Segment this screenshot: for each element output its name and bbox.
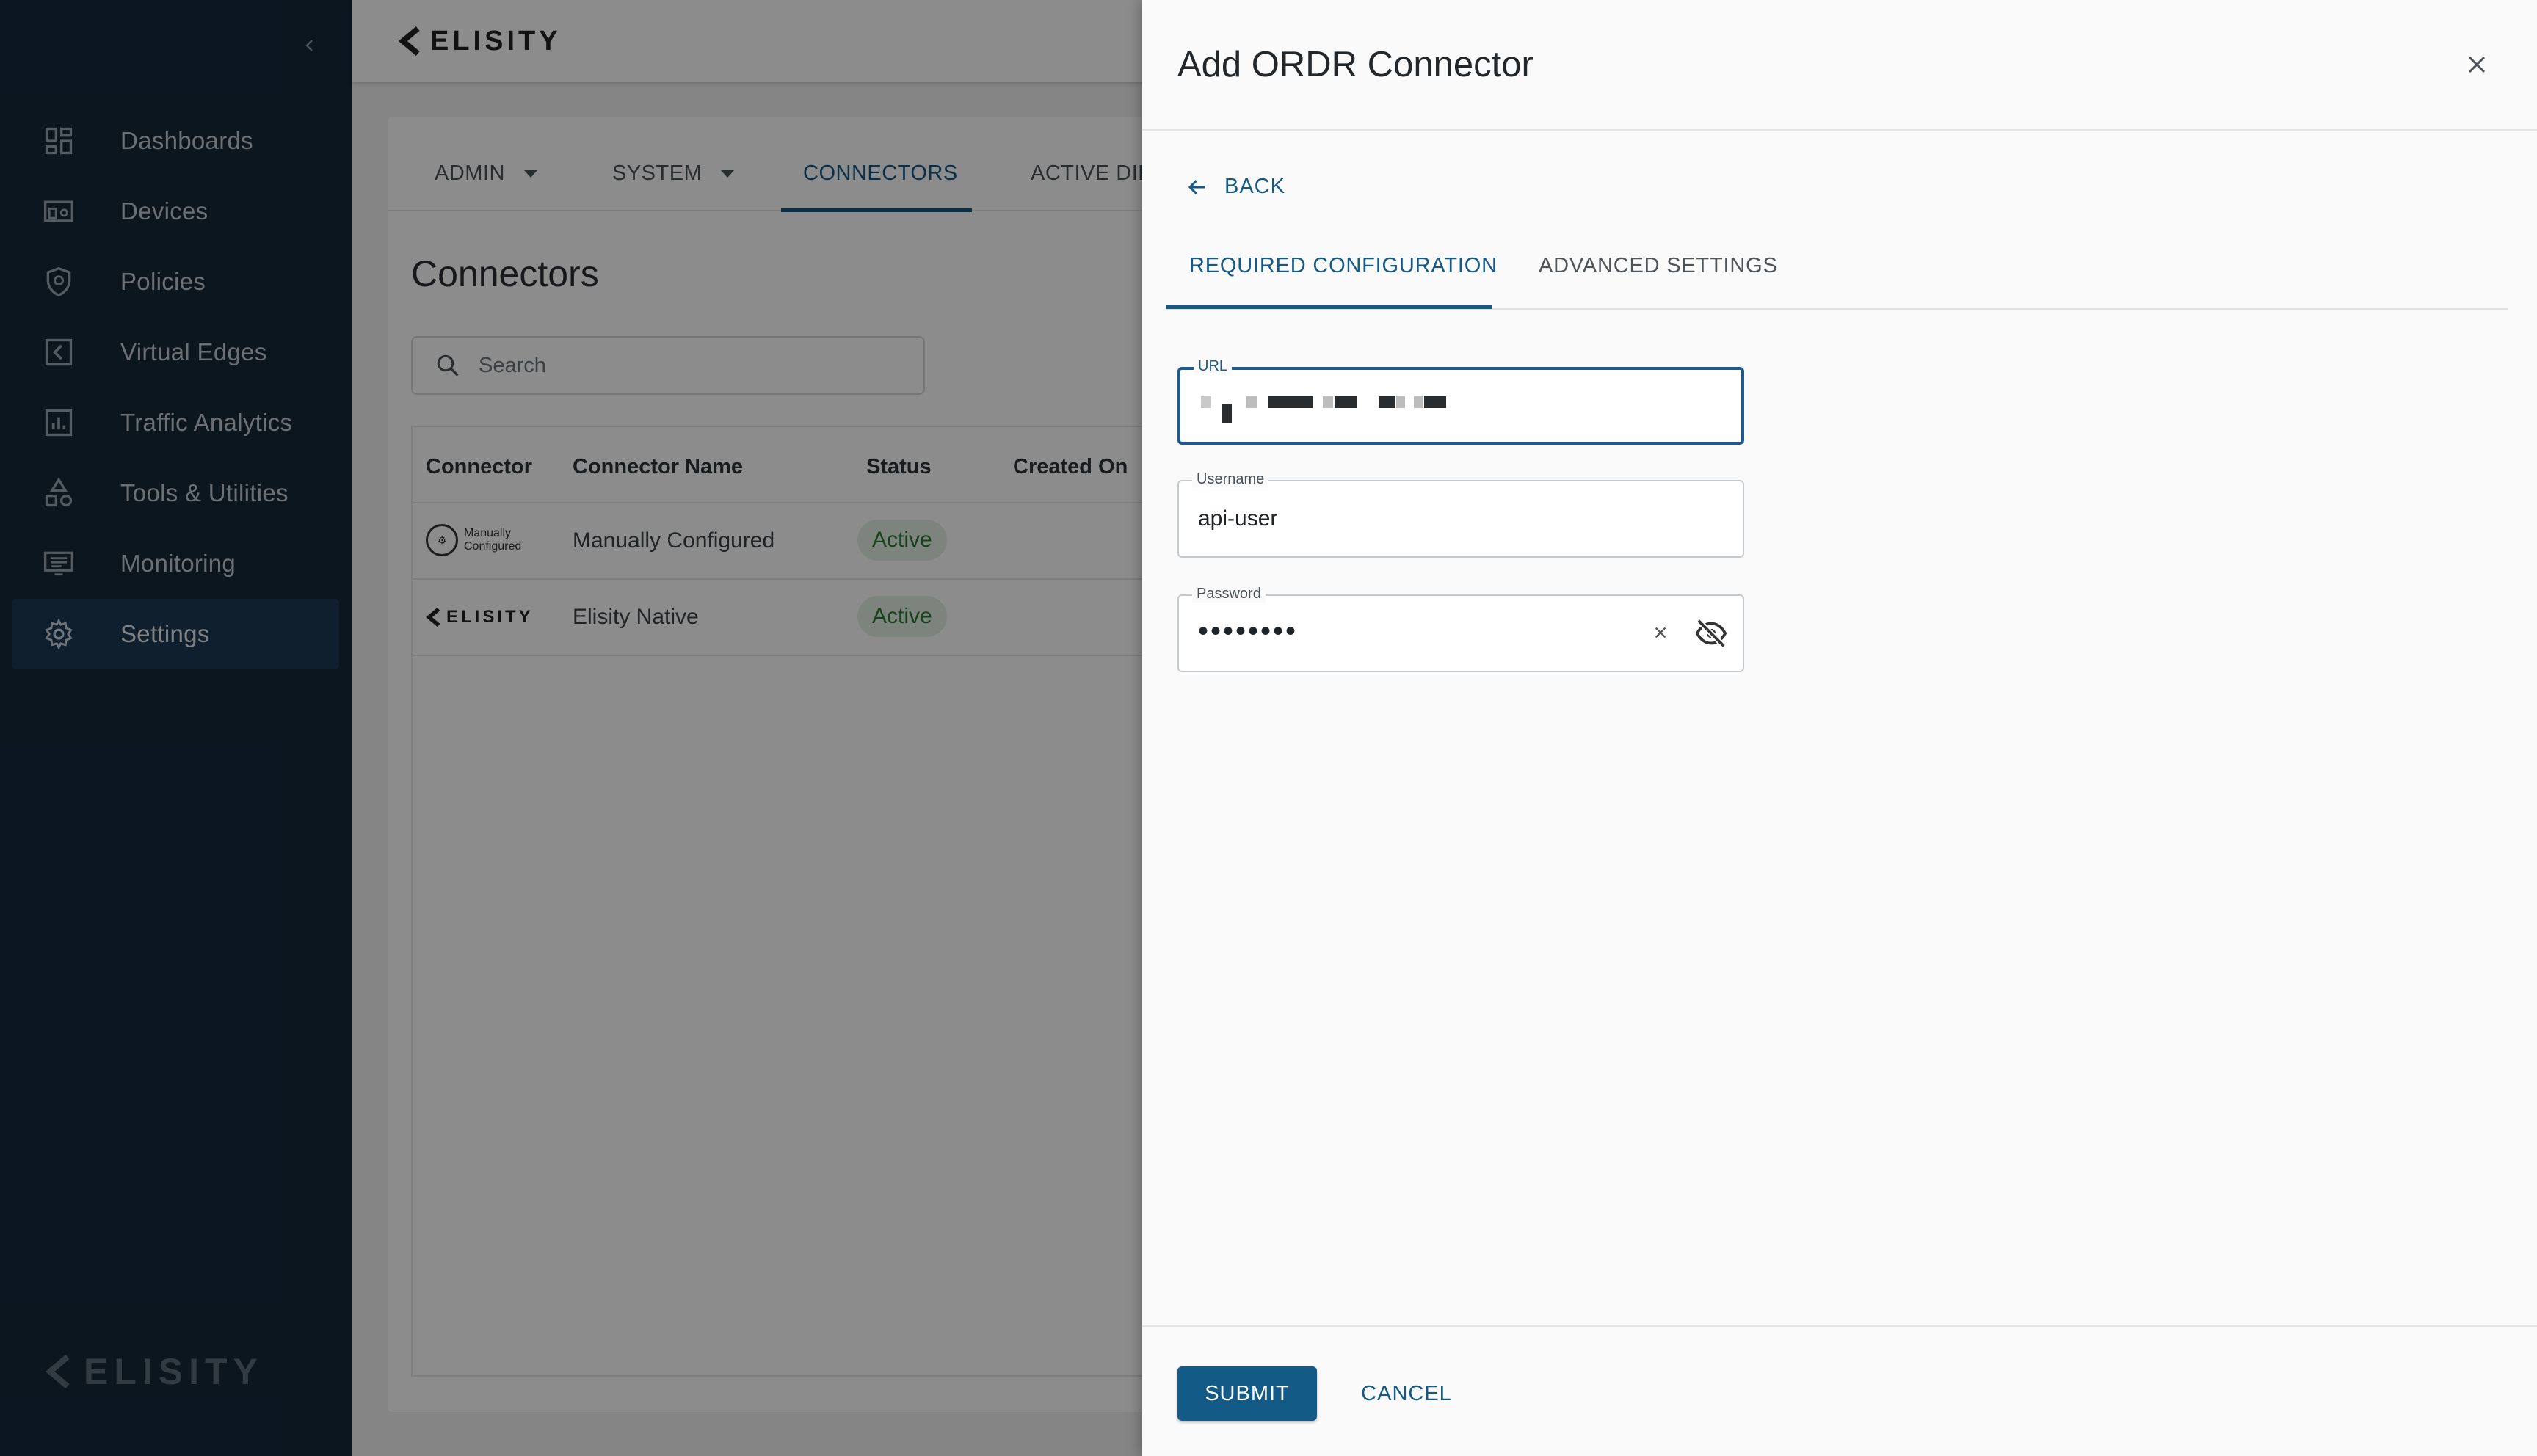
add-connector-drawer: Add ORDR Connector BACK REQUIRED CONFIGU… xyxy=(1142,0,2537,1456)
drawer-title: Add ORDR Connector xyxy=(1177,45,1534,84)
close-icon xyxy=(2468,56,2486,73)
active-tab-indicator xyxy=(1166,305,1492,309)
username-field[interactable]: Username api-user xyxy=(1177,471,1744,558)
submit-button[interactable]: SUBMIT xyxy=(1177,1366,1317,1421)
redacted-text xyxy=(1414,396,1423,408)
clear-icon xyxy=(1655,627,1666,638)
modal-overlay[interactable] xyxy=(0,0,1142,1456)
redacted-text xyxy=(1222,404,1232,423)
cancel-button[interactable]: CANCEL xyxy=(1355,1366,1458,1421)
drawer-footer: SUBMIT CANCEL xyxy=(1142,1325,2537,1456)
clear-password-button[interactable] xyxy=(1649,621,1672,644)
password-field[interactable]: Password •••••••• xyxy=(1177,586,1744,672)
redacted-text xyxy=(1323,396,1333,408)
url-label: URL xyxy=(1194,358,1233,375)
password-value: •••••••• xyxy=(1198,615,1299,647)
redacted-text xyxy=(1424,396,1446,408)
eye-off-icon xyxy=(1695,619,1727,648)
username-value: api-user xyxy=(1198,506,1278,531)
back-button[interactable]: BACK xyxy=(1186,175,1285,199)
drawer-tabs: REQUIRED CONFIGURATION ADVANCED SETTINGS xyxy=(1166,242,2508,310)
redacted-text xyxy=(1379,396,1395,408)
url-field[interactable]: URL xyxy=(1177,358,1744,445)
redacted-text xyxy=(1246,396,1257,408)
drawer-header: Add ORDR Connector xyxy=(1142,0,2537,131)
close-button[interactable] xyxy=(2461,48,2493,81)
redacted-text xyxy=(1396,396,1405,408)
redacted-text xyxy=(1335,396,1357,408)
tab-advanced-settings[interactable]: ADVANCED SETTINGS xyxy=(1539,254,1778,278)
username-label: Username xyxy=(1192,471,1269,488)
password-label: Password xyxy=(1192,586,1266,603)
toggle-password-visibility-button[interactable] xyxy=(1691,615,1731,652)
tab-required-configuration[interactable]: REQUIRED CONFIGURATION xyxy=(1189,254,1498,278)
redacted-text xyxy=(1268,396,1313,408)
redacted-text xyxy=(1201,396,1211,408)
arrow-left-icon xyxy=(1188,179,1205,194)
back-label: BACK xyxy=(1224,175,1285,198)
